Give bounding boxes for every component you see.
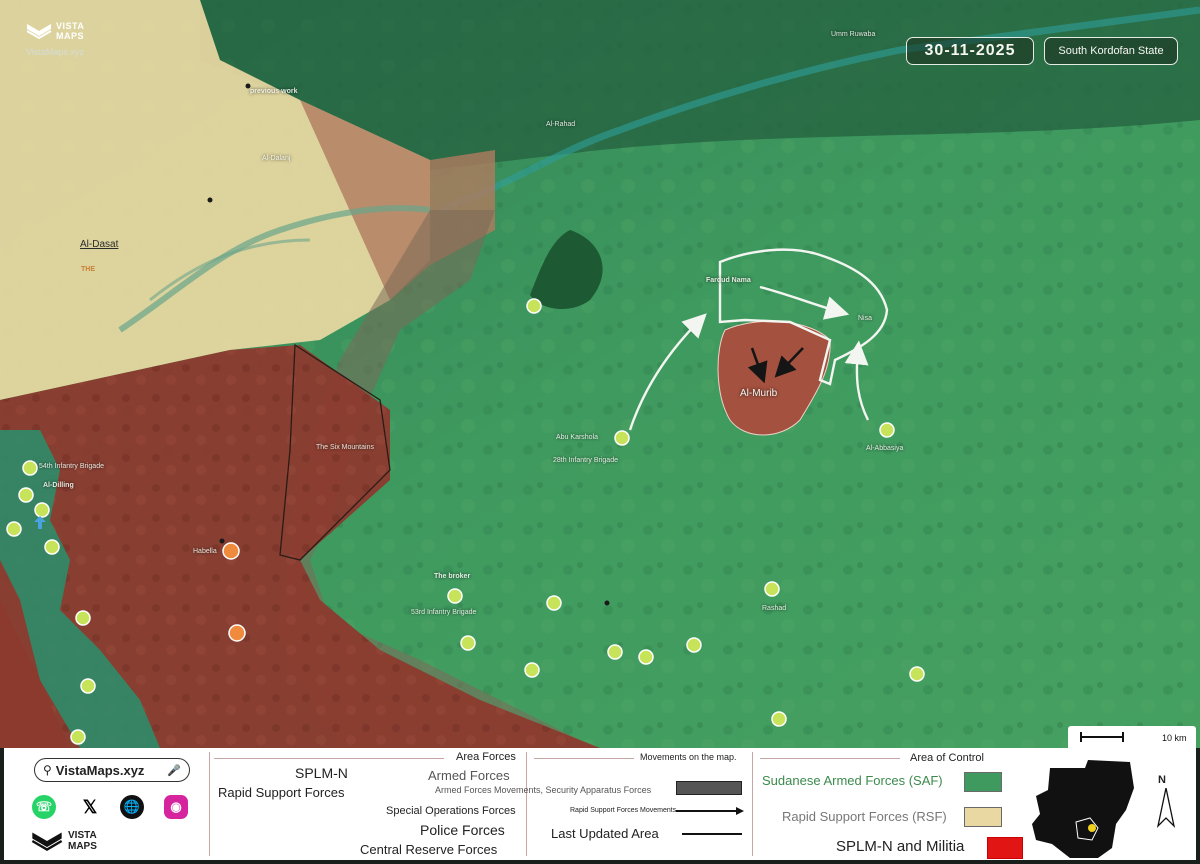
legend-central-reserve-forces: Central Reserve Forces — [360, 842, 498, 857]
saf-marker — [524, 662, 540, 678]
label-al-dilling: Al-Dilling — [43, 482, 74, 489]
label-al-dasat: Al-Dasat — [80, 239, 119, 250]
legend-saf: Sudanese Armed Forces (SAF) — [762, 773, 943, 788]
legend-special-operations-forces: Special Operations Forces — [386, 805, 516, 817]
saf-marker — [546, 595, 562, 611]
legend-logo — [30, 830, 64, 857]
site-pill[interactable]: ⚲ VistaMaps.xyz 🎤 — [34, 758, 190, 782]
logo-line2: MAPS — [56, 31, 85, 41]
saf-marker — [22, 460, 38, 476]
legend-rsf: Rapid Support Forces (RSF) — [782, 809, 947, 824]
saf-marker — [879, 422, 895, 438]
saf-marker — [909, 666, 925, 682]
legend-armed-forces: Armed Forces — [428, 768, 510, 783]
saf-marker — [80, 678, 96, 694]
label-54th-brigade: 54th Infantry Brigade — [39, 463, 104, 470]
x-icon[interactable]: 𝕏 — [78, 795, 102, 819]
legend-logo-line1: VISTA — [68, 830, 97, 841]
legend-rsf-swatch — [964, 807, 1002, 827]
legend-rapid-support-forces: Rapid Support Forces — [218, 785, 345, 800]
saf-marker — [70, 729, 86, 745]
label-rashad: Rashad — [762, 605, 787, 612]
legend-last-updated-line — [682, 833, 742, 835]
north-arrow-icon — [1156, 788, 1176, 828]
legend-armed-movement-swatch — [676, 781, 742, 795]
map-canvas — [0, 0, 1200, 748]
logo-line1: VISTA — [56, 21, 85, 31]
label-umm-ruwaba: Umm Ruwaba — [831, 31, 876, 38]
logo-chevron-icon — [26, 24, 52, 40]
saf-marker — [614, 430, 630, 446]
legend-splm-n: SPLM-N — [295, 765, 348, 781]
rsf-marker — [222, 542, 240, 560]
label-six-mountains: The Six Mountains — [316, 444, 374, 451]
label-al-rahad: Al-Rahad — [546, 121, 576, 128]
sudan-locator-map — [1032, 760, 1134, 858]
label-al-abbasiya: Al-Abbasiya — [866, 445, 904, 452]
legend-splm-swatch — [987, 837, 1023, 859]
rsf-marker — [228, 624, 246, 642]
saf-marker — [447, 588, 463, 604]
legend-splm-militia: SPLM-N and Militia — [836, 838, 965, 855]
location-pin-icon — [1088, 824, 1096, 832]
mic-icon: 🎤 — [167, 764, 181, 777]
saf-marker — [18, 487, 34, 503]
map-view[interactable]: VISTA MAPS VistaMaps.xyz 30-11-2025 Sout… — [0, 0, 1200, 748]
globe-icon[interactable]: 🌐 — [120, 795, 144, 819]
logo-site: VistaMaps.xyz — [26, 47, 84, 57]
north-label: N — [1158, 774, 1166, 786]
saf-marker — [34, 502, 50, 518]
legend-rsf-movements: Rapid Support Forces Movements — [570, 807, 677, 814]
label-al-dalanj: Al-Dalanj — [262, 155, 291, 162]
saf-marker — [460, 635, 476, 651]
saf-marker — [6, 521, 22, 537]
search-icon: ⚲ — [43, 763, 52, 777]
saf-marker — [607, 644, 623, 660]
label-al-murib: Al-Murib — [740, 388, 778, 399]
label-previous-work: previous work — [250, 88, 298, 95]
label-53rd-brigade: 53rd Infantry Brigade — [411, 609, 477, 616]
scale-bar: 10 km — [1068, 726, 1196, 748]
legend-logo-line2: MAPS — [68, 841, 97, 852]
legend-logo-icon — [31, 832, 63, 851]
saf-marker — [686, 637, 702, 653]
area-forces-title: Area Forces — [456, 751, 516, 763]
legend-armed-forces-movements: Armed Forces Movements, Security Apparat… — [435, 785, 652, 795]
legend-police-forces: Police Forces — [420, 822, 505, 838]
region-badge: South Kordofan State — [1044, 37, 1178, 65]
area-of-control-title: Area of Control — [910, 752, 984, 764]
legend-last-updated-area: Last Updated Area — [551, 826, 659, 841]
legend-saf-swatch — [964, 772, 1002, 792]
saf-marker — [764, 581, 780, 597]
legend-logo-text: VISTA MAPS — [68, 830, 97, 852]
whatsapp-icon[interactable]: ☏ — [32, 795, 56, 819]
movements-title: Movements on the map. — [640, 752, 737, 762]
label-the: THE — [81, 266, 95, 273]
label-habella: Habella — [193, 548, 217, 555]
scale-label: 10 km — [1162, 733, 1187, 743]
legend-rsf-movement-arrow-icon — [676, 807, 744, 815]
label-nisa: Nisa — [858, 315, 873, 322]
saf-marker — [638, 649, 654, 665]
saf-marker — [44, 539, 60, 555]
legend-panel: ⚲ VistaMaps.xyz 🎤 ☏ 𝕏 🌐 ◉ VISTA MAPS Are… — [4, 748, 1196, 860]
saf-marker — [526, 298, 542, 314]
saf-marker — [771, 711, 787, 727]
saf-marker — [75, 610, 91, 626]
label-abu-karshola: Abu Karshola — [556, 434, 599, 441]
instagram-icon[interactable]: ◉ — [164, 795, 188, 819]
label-fardud-nama: Fardud Nama — [706, 277, 751, 284]
site-pill-label: VistaMaps.xyz — [55, 762, 145, 778]
label-the-broker: The broker — [434, 573, 471, 580]
label-28th-brigade: 28th Infantry Brigade — [553, 457, 618, 464]
date-badge: 30-11-2025 — [906, 37, 1034, 65]
